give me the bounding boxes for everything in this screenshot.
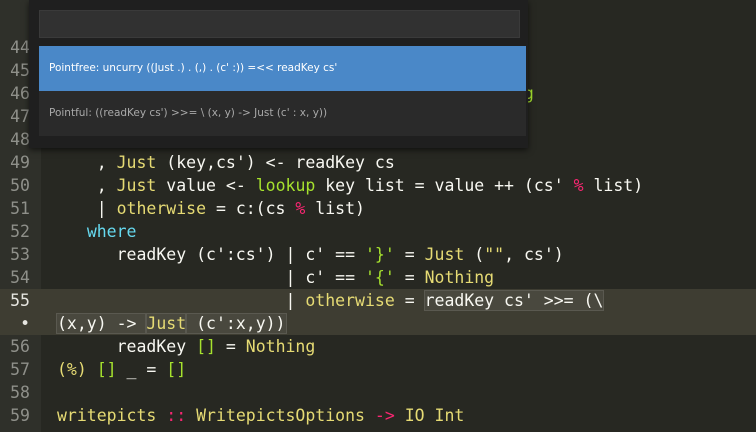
line-number: 51 (10, 199, 30, 218)
code-token: where (86, 222, 137, 241)
code-token: '{' (364, 268, 395, 287)
code-token: Just (424, 245, 465, 264)
line-number: • (20, 314, 30, 333)
code-token: (c':x,y)) (185, 313, 287, 334)
code-token: = (394, 291, 425, 310)
code-text: readKey [] = Nothing (57, 335, 316, 358)
code-token: | (57, 291, 306, 310)
code-token: :: (156, 406, 197, 425)
code-token: WritepictsOptions (196, 406, 365, 425)
code-token: list) (583, 176, 644, 195)
line-number: 46 (10, 84, 30, 103)
code-text: | otherwise = readKey cs' >>= (\ (57, 289, 605, 312)
line-number: 47 (10, 107, 30, 126)
line-number: 50 (10, 176, 30, 195)
code-token: Nothing (424, 268, 495, 287)
code-token: % (573, 176, 584, 195)
code-line[interactable]: 58 (0, 381, 756, 404)
code-token: | c' == (57, 268, 365, 287)
line-number: 52 (10, 222, 30, 241)
code-token: [] (96, 360, 117, 379)
code-token: "" (484, 245, 505, 264)
quick-fix-filter-input[interactable] (39, 10, 520, 38)
code-text: (%) [] _ = [] (57, 358, 186, 381)
quick-fix-option-pointful[interactable]: Pointful: ((readKey cs') >>= \ (x, y) ->… (39, 91, 526, 136)
code-token: readKey (57, 337, 197, 356)
code-token: [] (196, 337, 216, 356)
code-token: Just (116, 176, 157, 195)
code-token: list) (305, 199, 365, 218)
code-line[interactable]: 57 (%) [] _ = [] (0, 358, 756, 381)
line-number: 53 (10, 245, 30, 264)
code-token: -> (364, 406, 405, 425)
code-line[interactable]: 56 readKey [] = Nothing (0, 335, 756, 358)
code-line[interactable]: 49 , Just (key,cs') <- readKey cs (0, 151, 756, 174)
code-token: (x,y) -> (55, 313, 148, 334)
code-token: '}' (364, 245, 395, 264)
code-line[interactable]: 52 where (0, 220, 756, 243)
line-number: 49 (10, 153, 30, 172)
code-token: value <- (156, 176, 256, 195)
code-line[interactable]: 55 | otherwise = readKey cs' >>= (\ (0, 289, 756, 312)
code-text: writepicts :: WritepictsOptions -> IO In… (57, 404, 464, 427)
code-line[interactable]: 53 readKey (c':cs') | c' == '}' = Just (… (0, 243, 756, 266)
code-token: , cs') (504, 245, 564, 264)
code-text: , Just (key,cs') <- readKey cs (57, 151, 395, 174)
code-text: readKey (c':cs') | c' == '}' = Just ("",… (57, 243, 564, 266)
code-token: = (394, 245, 425, 264)
code-text: , Just value <- lookup key list = value … (57, 174, 643, 197)
code-token: readKey (c':cs') | c' == (57, 245, 365, 264)
line-number: 54 (10, 268, 30, 287)
code-line[interactable]: 51 | otherwise = c:(cs % list) (0, 197, 756, 220)
code-token: _ = (116, 360, 167, 379)
code-token: = c:(cs (206, 199, 296, 218)
code-token: ( (464, 245, 485, 264)
line-number: 44 (10, 38, 30, 57)
line-number: 55 (10, 291, 30, 310)
code-token: , (57, 153, 117, 172)
code-token: [] (166, 360, 187, 379)
code-token: % (295, 199, 306, 218)
code-token: = (215, 337, 246, 356)
quick-fix-option-pointfree[interactable]: Pointfree: uncurry ((Just .) . (,) . (c'… (39, 46, 526, 91)
code-token: Nothing (245, 337, 316, 356)
code-text: (x,y) -> Just (c':x,y)) (55, 312, 287, 335)
line-number: 56 (10, 337, 30, 356)
line-number: 59 (10, 406, 30, 425)
code-token: = (394, 268, 425, 287)
code-token: , (57, 176, 117, 195)
code-token: Just (116, 153, 157, 172)
quick-fix-popup: Pointfree: uncurry ((Just .) . (,) . (c'… (29, 0, 528, 148)
code-line[interactable]: 59 writepicts :: WritepictsOptions -> IO … (0, 404, 756, 427)
line-number: 57 (10, 360, 30, 379)
code-line[interactable]: • (x,y) -> Just (c':x,y)) (0, 312, 756, 335)
code-token: otherwise (116, 199, 207, 218)
code-text: | otherwise = c:(cs % list) (57, 197, 365, 220)
code-token: (key,cs') <- readKey cs (156, 153, 395, 172)
code-token: writepicts (57, 406, 157, 425)
line-number: 45 (10, 61, 30, 80)
code-token: key list = value ++ (cs' (315, 176, 574, 195)
code-token: Just (145, 313, 188, 334)
code-line[interactable]: 54 | c' == '{' = Nothing (0, 266, 756, 289)
code-token: IO Int (404, 406, 465, 425)
code-line[interactable]: 50 , Just value <- lookup key list = val… (0, 174, 756, 197)
code-token: lookup (255, 176, 316, 195)
line-number: 58 (10, 383, 30, 402)
code-token: readKey cs' >>= (\ (423, 290, 605, 311)
line-number: 48 (10, 130, 30, 149)
code-text: | c' == '{' = Nothing (57, 266, 494, 289)
code-token: | (57, 199, 117, 218)
code-token: (%) (57, 360, 87, 379)
code-token: otherwise (305, 291, 395, 310)
code-text: where (57, 220, 137, 243)
